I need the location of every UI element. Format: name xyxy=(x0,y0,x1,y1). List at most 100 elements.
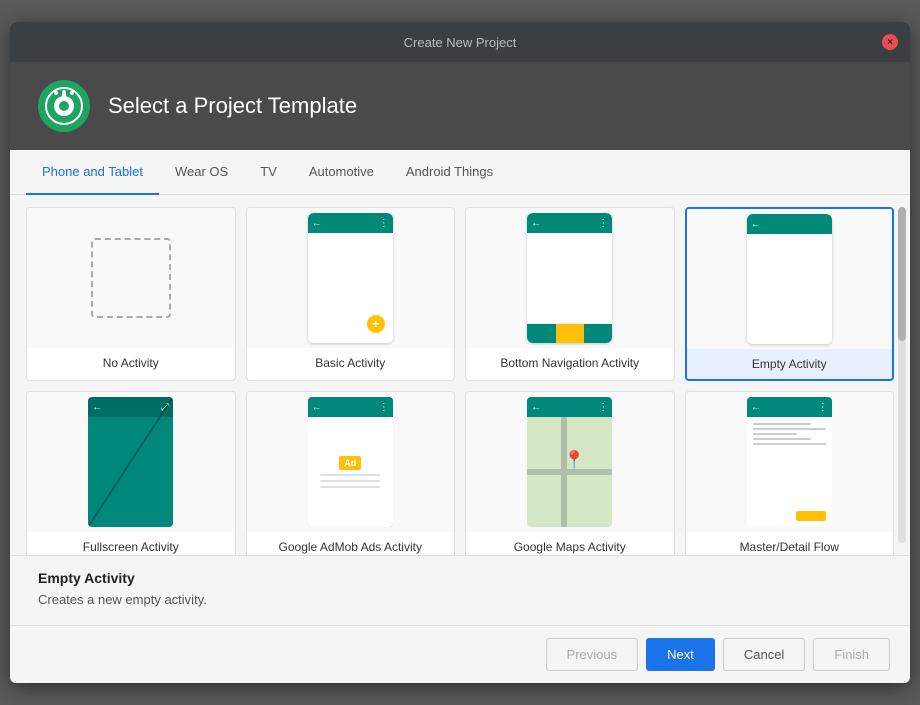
close-button[interactable]: × xyxy=(882,34,898,50)
dashed-box xyxy=(91,238,171,318)
md-line-1 xyxy=(753,423,811,425)
template-fullscreen[interactable]: ← ⤢ Fullscreen Activity xyxy=(26,391,236,555)
template-bottomnav-label: Bottom Navigation Activity xyxy=(466,348,674,378)
page-title: Select a Project Template xyxy=(108,93,357,119)
tabs-bar: Phone and Tablet Wear OS TV Automotive A… xyxy=(10,150,910,195)
phone-frame-empty: ← xyxy=(747,214,832,344)
template-no-activity[interactable]: No Activity xyxy=(26,207,236,381)
back-arrow-icon-6: ← xyxy=(531,402,541,413)
android-studio-logo xyxy=(38,80,90,132)
map-body: 📍 xyxy=(527,417,612,527)
ad-line-2 xyxy=(320,480,380,482)
back-arrow-icon-2: ← xyxy=(531,218,541,229)
template-empty-activity[interactable]: ← Empty Activity xyxy=(685,207,895,381)
phone-body-empty xyxy=(747,234,832,344)
finish-button[interactable]: Finish xyxy=(813,638,890,671)
ad-badge: Ad xyxy=(339,456,361,470)
selected-template-title: Empty Activity xyxy=(38,570,882,586)
bottom-nav-preview: ← ⋮ xyxy=(466,208,674,348)
template-empty-label: Empty Activity xyxy=(687,349,893,379)
info-section: Empty Activity Creates a new empty activ… xyxy=(10,555,910,625)
back-arrow-icon-3: ← xyxy=(751,219,761,230)
back-arrow-icon-5: ← xyxy=(312,402,322,413)
back-arrow-icon-7: ← xyxy=(751,402,761,413)
content-area: Phone and Tablet Wear OS TV Automotive A… xyxy=(10,150,910,625)
template-master-detail-label: Master/Detail Flow xyxy=(686,532,894,555)
master-detail-preview-container: ← ⋮ xyxy=(686,392,894,532)
back-arrow-icon: ← xyxy=(312,218,322,229)
template-ads-label: Google AdMob Ads Activity xyxy=(247,532,455,555)
template-no-activity-label: No Activity xyxy=(27,348,235,378)
template-maps-label: Google Maps Activity xyxy=(466,532,674,555)
bottom-nav-bar xyxy=(527,323,612,343)
template-basic-label: Basic Activity xyxy=(247,348,455,378)
md-line-3 xyxy=(753,433,797,435)
dialog-title: Create New Project xyxy=(404,35,517,50)
menu-dots-icon-3: ⋮ xyxy=(379,402,389,413)
map-road-vertical xyxy=(561,417,567,527)
diagonal-svg xyxy=(88,397,173,527)
ad-line-1 xyxy=(320,474,380,476)
selected-template-description: Creates a new empty activity. xyxy=(38,592,882,607)
title-bar: Create New Project × xyxy=(10,22,910,62)
md-line-4 xyxy=(753,438,811,440)
fullscreen-phone: ← ⤢ xyxy=(88,397,173,527)
phone-topbar-bottomnav: ← ⋮ xyxy=(527,213,612,233)
menu-dots-icon-4: ⋮ xyxy=(598,402,608,413)
maps-topbar: ← ⋮ xyxy=(527,397,612,417)
md-body xyxy=(747,417,832,527)
basic-activity-preview: ← ⋮ + xyxy=(247,208,455,348)
template-fullscreen-label: Fullscreen Activity xyxy=(27,532,235,555)
tab-automotive[interactable]: Automotive xyxy=(293,150,390,195)
ad-body: Ad xyxy=(308,417,393,527)
close-icon: × xyxy=(887,37,893,48)
template-bottom-nav[interactable]: ← ⋮ Bottom Naviga xyxy=(465,207,675,381)
fab-icon: + xyxy=(367,315,385,333)
scrollbar-thumb[interactable] xyxy=(898,207,906,341)
footer: Previous Next Cancel Finish xyxy=(10,625,910,683)
cancel-button[interactable]: Cancel xyxy=(723,638,805,671)
tab-tv[interactable]: TV xyxy=(244,150,293,195)
bottom-nav-item-1 xyxy=(527,324,555,343)
ads-preview-container: ← ⋮ Ad xyxy=(247,392,455,532)
ad-topbar: ← ⋮ xyxy=(308,397,393,417)
menu-dots-icon-5: ⋮ xyxy=(818,402,828,413)
md-topbar: ← ⋮ xyxy=(747,397,832,417)
md-button xyxy=(796,511,826,521)
template-grid: No Activity ← ⋮ + xyxy=(26,207,894,555)
phone-body-basic: + xyxy=(308,233,393,343)
template-ads[interactable]: ← ⋮ Ad Google Ad xyxy=(246,391,456,555)
tab-android-things[interactable]: Android Things xyxy=(390,150,509,195)
phone-body-bottomnav xyxy=(527,233,612,323)
bottom-nav-item-2 xyxy=(556,324,584,343)
tab-wear-os[interactable]: Wear OS xyxy=(159,150,244,195)
template-grid-wrapper: No Activity ← ⋮ + xyxy=(10,195,910,555)
bottom-nav-item-3 xyxy=(584,324,612,343)
ad-phone: ← ⋮ Ad xyxy=(308,397,393,527)
menu-dots-icon: ⋮ xyxy=(379,218,389,229)
template-master-detail[interactable]: ← ⋮ xyxy=(685,391,895,555)
menu-dots-icon-2: ⋮ xyxy=(598,218,608,229)
template-basic-activity[interactable]: ← ⋮ + Basic Activity xyxy=(246,207,456,381)
phone-topbar-empty: ← xyxy=(747,214,832,234)
phone-topbar-basic: ← ⋮ xyxy=(308,213,393,233)
template-maps[interactable]: ← ⋮ 📍 Google Maps Activity xyxy=(465,391,675,555)
phone-frame-basic: ← ⋮ + xyxy=(308,213,393,343)
map-pin-icon: 📍 xyxy=(563,450,585,471)
ad-line-3 xyxy=(320,486,380,488)
template-grid-container[interactable]: No Activity ← ⋮ + xyxy=(10,195,910,555)
no-activity-preview xyxy=(27,208,235,348)
tab-phone-tablet[interactable]: Phone and Tablet xyxy=(26,150,159,195)
fullscreen-preview-container: ← ⤢ xyxy=(27,392,235,532)
create-project-dialog: Create New Project × Select a Project Te… xyxy=(10,22,910,683)
md-line-2 xyxy=(753,428,826,430)
master-detail-phone: ← ⋮ xyxy=(747,397,832,527)
maps-preview-container: ← ⋮ 📍 xyxy=(466,392,674,532)
scrollbar-track[interactable] xyxy=(898,207,906,543)
empty-activity-preview: ← xyxy=(687,209,893,349)
md-line-5 xyxy=(753,443,826,445)
next-button[interactable]: Next xyxy=(646,638,715,671)
phone-frame-bottomnav: ← ⋮ xyxy=(527,213,612,343)
maps-phone: ← ⋮ 📍 xyxy=(527,397,612,527)
previous-button[interactable]: Previous xyxy=(546,638,639,671)
